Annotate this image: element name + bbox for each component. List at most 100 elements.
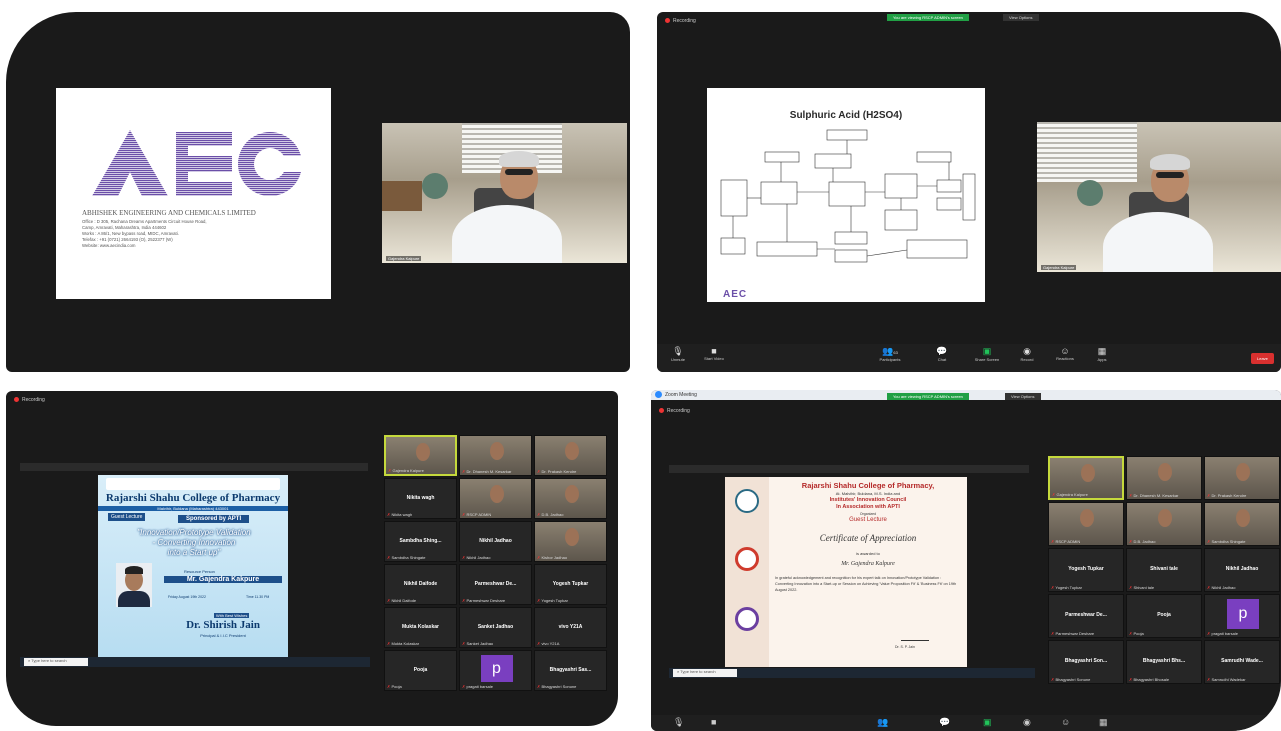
participant-tile[interactable]: Sambdha Shingate	[1204, 502, 1280, 546]
recording-label: Recording	[667, 408, 690, 414]
participant-label: Nikhil Daifode	[387, 598, 416, 603]
cert-address: At. Malvihir, Buldana, M.S. India and	[835, 491, 901, 496]
participant-tile[interactable]: RSCP ADMIN	[1048, 502, 1124, 546]
participant-tile[interactable]: vivo Y21A vivo Y21A	[534, 607, 607, 648]
participant-tile[interactable]: Dr. Prakash Kendre	[1204, 456, 1280, 500]
participant-tile[interactable]: Gajendra Kalpure	[1048, 456, 1124, 500]
chat-icon: 💬	[936, 346, 948, 356]
resource-person-name: Mr. Gajendra Kakpure	[164, 576, 282, 583]
window-title: Zoom Meeting	[665, 392, 697, 398]
participant-tile[interactable]: Yogesh Tupkar Yogesh Tupkar	[1048, 548, 1124, 592]
participant-label: Kishor Jadhao	[537, 555, 567, 560]
participant-tile[interactable]: Parmeshwar De... Parmeshwar Deshare	[459, 564, 532, 605]
participant-tile[interactable]: Dr. Dhanesh M. Kesarkar	[459, 435, 532, 476]
participant-tile[interactable]: Nikita wagh Nikita wagh	[384, 478, 457, 519]
participant-label: Dr. Prakash Kendre	[537, 469, 576, 474]
record-icon[interactable]: ◉	[1023, 717, 1031, 728]
taskbar-search-text: Type here to search	[31, 658, 67, 663]
participant-name: Nikhil Daifode	[403, 580, 438, 587]
participant-video	[564, 442, 579, 460]
participant-label: Pooja	[387, 684, 401, 689]
participant-tile[interactable]: Parmeshwar De... Parmeshwar Deshare	[1048, 594, 1124, 638]
share-icon[interactable]: ▣	[983, 717, 992, 728]
participant-tile[interactable]: Gajendra Kalpure	[384, 435, 457, 476]
recording-icon	[659, 408, 664, 414]
participant-tile[interactable]: Bhagyashri Sas... Bhagyashri Sonune	[534, 650, 607, 691]
recording-icon	[14, 397, 19, 403]
cert-event: Guest Lecture	[849, 517, 887, 523]
participant-tile[interactable]: D.B. Jadhao	[534, 478, 607, 519]
microphone-icon[interactable]: 🎙	[673, 717, 684, 728]
apps-button[interactable]: ▦ Apps	[1087, 346, 1117, 362]
participant-tile[interactable]: p pragati barsale	[1204, 594, 1280, 638]
participant-label: Dr. Dhanesh M. Kesarkar	[462, 469, 511, 474]
participant-label: Shivani tale	[1129, 585, 1154, 590]
cert-organized: Organized	[859, 512, 877, 516]
participant-tile[interactable]: Pooja Pooja	[384, 650, 457, 691]
participant-label: Sanket Jadhao	[462, 641, 493, 646]
smiley-icon[interactable]: ☺	[1061, 717, 1070, 727]
record-button[interactable]: ◉ Record	[1012, 346, 1042, 362]
apps-icon[interactable]: ▦	[1099, 717, 1108, 728]
event-time: Time 11.30 PM	[246, 595, 270, 599]
leave-button[interactable]: Leave	[1251, 353, 1274, 364]
participant-tile[interactable]: Samrudhi Wade... Samrudhi Wadekar	[1204, 640, 1280, 684]
participant-tile[interactable]: Nikhil Daifode Nikhil Daifode	[384, 564, 457, 605]
participant-tile[interactable]: D.B. Jadhao	[1126, 502, 1202, 546]
reactions-button[interactable]: ☺ Reactions	[1050, 346, 1080, 361]
view-options-button[interactable]: View Options	[1005, 393, 1041, 400]
participant-tile[interactable]: Nikhil Jadhao Nikhil Jadhao	[1204, 548, 1280, 592]
view-options-button[interactable]: View Options	[1003, 14, 1039, 21]
participant-video	[564, 485, 579, 503]
microphone-icon: 🎙	[672, 346, 684, 356]
participant-label: D.B. Jadhao	[537, 512, 563, 517]
participant-tile[interactable]: Pooja Pooja	[1126, 594, 1202, 638]
cert-college: Rajarshi Shahu College of Pharmacy,	[801, 481, 935, 490]
participant-tile[interactable]: Mukta Kolaskar Mukta Kolaskar	[384, 607, 457, 648]
participant-tile[interactable]: Sanket Jadhao Sanket Jadhao	[459, 607, 532, 648]
control-label: Start Video	[704, 356, 724, 361]
participant-video	[1081, 464, 1095, 482]
taskbar-search[interactable]: ⌕ Type here to search	[673, 669, 737, 677]
control-label: Unmute	[670, 357, 685, 362]
process-flow-diagram	[720, 129, 976, 263]
participant-label: Nikhil Jadhao	[1207, 585, 1235, 590]
zoom-icon	[655, 391, 662, 398]
participant-label: Mukta Kolaskar	[387, 641, 419, 646]
participant-tile[interactable]: RSCP ADMIN	[459, 478, 532, 519]
apps-icon: ▦	[1097, 346, 1107, 356]
participant-label: pragati barsale	[1207, 631, 1237, 636]
chat-icon[interactable]: 💬	[939, 717, 950, 728]
participant-label: Dr. Prakash Kendre	[1207, 493, 1246, 498]
participant-tile[interactable]: Nikhil Jadhao Nikhil Jadhao	[459, 521, 532, 562]
participant-tile[interactable]: Shivani tale Shivani tale	[1126, 548, 1202, 592]
participant-tile[interactable]: Yogesh Tupkar Yogesh Tupkar	[534, 564, 607, 605]
participant-name: Yogesh Tupkar	[1068, 565, 1104, 572]
participant-video	[489, 485, 504, 503]
people-icon[interactable]: 👥	[877, 717, 888, 728]
chat-button[interactable]: 💬 Chat	[927, 346, 957, 362]
participants-button[interactable]: 👥63 Participants	[875, 346, 905, 362]
event-date: Friday August 19th 2022	[168, 595, 206, 599]
participant-tile[interactable]: Sambdha Shing... Sambdha Shingate	[384, 521, 457, 562]
participant-tile[interactable]: p pragati barsale	[459, 650, 532, 691]
start-video-button[interactable]: ■ Start Video	[699, 346, 729, 361]
participant-tile[interactable]: Kishor Jadhao	[534, 521, 607, 562]
recording-indicator: Recording	[665, 18, 696, 24]
zoom-panel-top-left: ABHISHEK ENGINEERING AND CHEMICALS LIMIT…	[6, 12, 630, 372]
taskbar-search[interactable]: ⌕ Type here to search	[24, 658, 88, 666]
participant-tile[interactable]: Bhagyashri Bhs... Bhagyashri Bhosale	[1126, 640, 1202, 684]
participant-tile[interactable]: Dr. Prakash Kendre	[534, 435, 607, 476]
windows-taskbar: ⌕ Type here to search	[669, 668, 1035, 678]
camera-icon: ■	[711, 346, 717, 356]
unmute-button[interactable]: 🎙 Unmute	[663, 346, 693, 362]
participant-video	[564, 528, 579, 546]
participant-tile[interactable]: Dr. Dhanesh M. Kesarkar	[1126, 456, 1202, 500]
camera-icon[interactable]: ■	[711, 717, 716, 727]
participant-video	[1236, 509, 1250, 527]
participant-tile[interactable]: Bhagyashri Son... Bhagyashri Sonune	[1048, 640, 1124, 684]
participant-name: Nikhil Jadhao	[1225, 565, 1259, 572]
participant-label: Gajendra Kalpure	[388, 468, 423, 473]
principal-sub: Principal & I.I.C President	[200, 633, 246, 638]
share-screen-button[interactable]: ▣ Share Screen	[972, 346, 1002, 362]
